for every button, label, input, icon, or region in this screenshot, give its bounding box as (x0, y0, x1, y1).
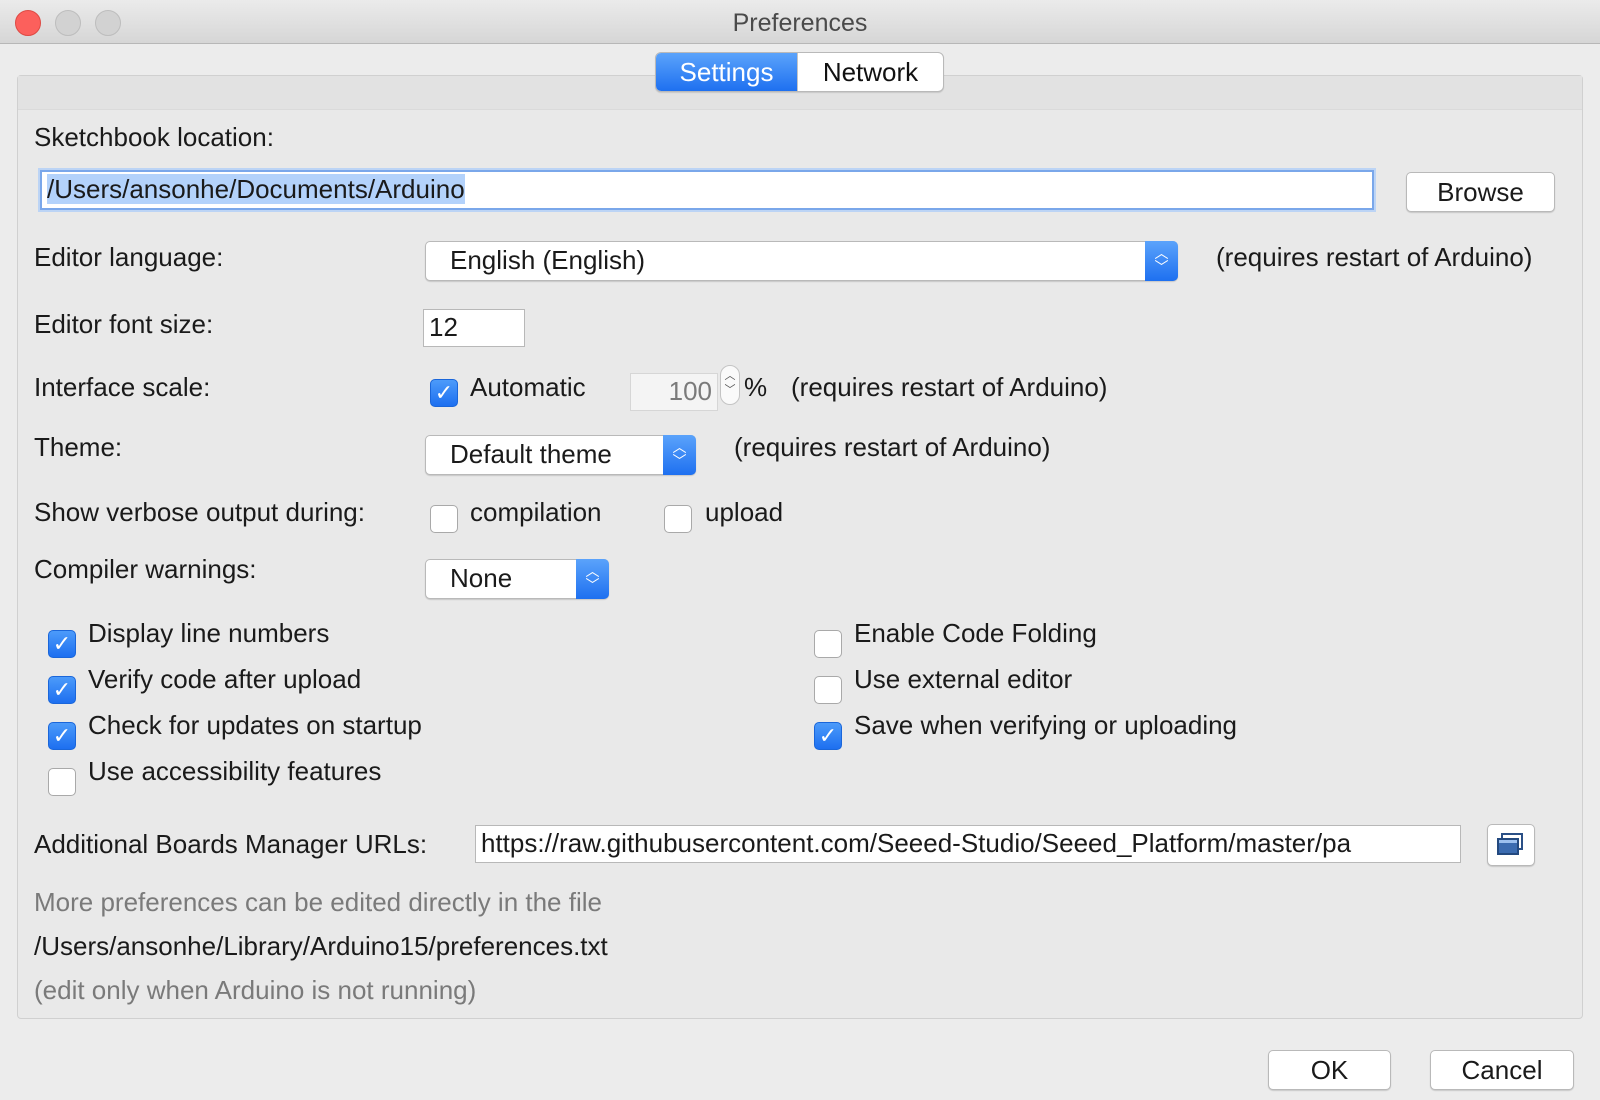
save-when-verifying-checkbox[interactable]: ✓ (814, 722, 842, 750)
save-when-verifying-label: Save when verifying or uploading (854, 710, 1238, 740)
editor-language-note: (requires restart of Arduino) (1216, 242, 1533, 272)
interface-scale-unit: % (744, 372, 768, 402)
select-arrows-icon: ︿ ﹀ (663, 435, 696, 475)
verbose-upload-checkbox[interactable] (664, 505, 692, 533)
verbose-output-label: Show verbose output during: (34, 497, 365, 527)
settings-panel (17, 75, 1583, 1019)
interface-scale-input[interactable]: 100 (630, 373, 718, 411)
display-line-numbers-checkbox[interactable]: ✓ (48, 630, 76, 658)
theme-value: Default theme (450, 439, 612, 469)
accessibility-checkbox[interactable] (48, 768, 76, 796)
compiler-warnings-value: None (450, 563, 513, 593)
verbose-compilation-checkbox[interactable] (430, 505, 458, 533)
ok-button[interactable]: OK (1268, 1050, 1391, 1090)
cancel-button[interactable]: Cancel (1430, 1050, 1574, 1090)
theme-select[interactable]: Default theme ︿ ﹀ (425, 435, 696, 475)
editor-language-select[interactable]: English (English) ︿ ﹀ (425, 241, 1178, 281)
code-folding-checkbox[interactable] (814, 630, 842, 658)
stepper-arrows-icon: ︿ ﹀ (724, 370, 736, 396)
check-icon: ✓ (52, 631, 72, 656)
verbose-compilation-label: compilation (470, 497, 602, 527)
interface-scale-label: Interface scale: (34, 372, 211, 402)
tab-settings[interactable]: Settings (656, 53, 797, 91)
select-arrows-icon: ︿ ﹀ (1145, 241, 1178, 281)
font-size-input[interactable]: 12 (423, 309, 525, 347)
code-folding-label: Enable Code Folding (854, 618, 1097, 648)
editor-language-label: Editor language: (34, 242, 224, 272)
tab-network[interactable]: Network (797, 53, 943, 91)
accessibility-label: Use accessibility features (88, 756, 382, 786)
boards-urls-label: Additional Boards Manager URLs: (34, 829, 428, 859)
footer-info-line1: More preferences can be edited directly … (34, 887, 602, 917)
title-bar: Preferences (0, 0, 1600, 44)
theme-note: (requires restart of Arduino) (734, 432, 1051, 462)
interface-scale-automatic-label: Automatic (470, 372, 586, 402)
display-line-numbers-label: Display line numbers (88, 618, 330, 648)
external-editor-checkbox[interactable] (814, 676, 842, 704)
interface-scale-automatic-checkbox[interactable]: ✓ (430, 379, 458, 407)
browse-button[interactable]: Browse (1406, 172, 1555, 212)
editor-language-value: English (English) (450, 245, 646, 275)
boards-urls-edit-button[interactable] (1487, 824, 1535, 866)
window-stack-icon (1497, 833, 1523, 855)
compiler-warnings-select[interactable]: None ︿ ﹀ (425, 559, 609, 599)
window-title: Preferences (732, 9, 868, 37)
check-updates-checkbox[interactable]: ✓ (48, 722, 76, 750)
sketchbook-location-value: /Users/ansonhe/Documents/Arduino (47, 174, 465, 204)
preferences-file-path: /Users/ansonhe/Library/Arduino15/prefere… (34, 931, 608, 961)
check-icon: ✓ (818, 723, 838, 748)
footer-info-line3: (edit only when Arduino is not running) (34, 975, 477, 1005)
theme-label: Theme: (34, 432, 123, 462)
interface-scale-note: (requires restart of Arduino) (791, 372, 1108, 402)
tab-bar: Settings Network (655, 52, 944, 92)
check-icon: ✓ (434, 380, 454, 405)
external-editor-label: Use external editor (854, 664, 1073, 694)
compiler-warnings-label: Compiler warnings: (34, 554, 257, 584)
font-size-label: Editor font size: (34, 309, 214, 339)
sketchbook-label: Sketchbook location: (34, 122, 274, 152)
verify-after-upload-checkbox[interactable]: ✓ (48, 676, 76, 704)
check-icon: ✓ (52, 723, 72, 748)
sketchbook-location-input[interactable]: /Users/ansonhe/Documents/Arduino (40, 170, 1374, 210)
verbose-upload-label: upload (705, 497, 784, 527)
check-updates-label: Check for updates on startup (88, 710, 422, 740)
boards-urls-input[interactable]: https://raw.githubusercontent.com/Seeed-… (475, 825, 1461, 863)
select-arrows-icon: ︿ ﹀ (576, 559, 609, 599)
verify-after-upload-label: Verify code after upload (88, 664, 362, 694)
check-icon: ✓ (52, 677, 72, 702)
interface-scale-stepper[interactable]: ︿ ﹀ (720, 365, 740, 405)
